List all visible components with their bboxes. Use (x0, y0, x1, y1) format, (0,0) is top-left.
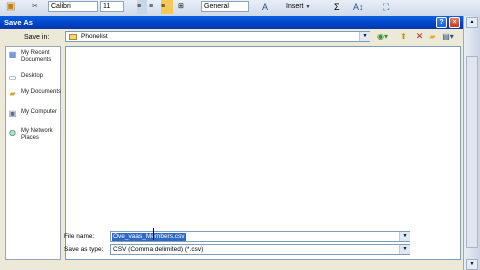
dialog-titlebar[interactable]: Save As (0, 16, 463, 29)
align-center-icon[interactable]: ≡ (149, 0, 159, 14)
dialog-title: Save As (4, 18, 33, 27)
place-label: Desktop (21, 73, 44, 79)
font-name-value: Calibri (51, 3, 71, 10)
merge-icon[interactable]: ⊞ (178, 0, 188, 14)
font-size-box[interactable]: 11 (100, 1, 124, 12)
insert-button[interactable]: Insert ▼ (286, 0, 310, 14)
places-bar: ▦ My Recent Documents ▭ Desktop ▰ My Doc… (5, 46, 61, 260)
save-in-dropdown[interactable]: Phonelist ▼ (65, 31, 370, 42)
recent-documents-icon: ▦ (8, 50, 17, 59)
network-places-icon: ◍ (9, 128, 16, 137)
sort-filter-icon[interactable]: A↕ (353, 0, 364, 14)
close-button[interactable]: × (449, 17, 460, 28)
back-icon[interactable]: ◉▾ (377, 31, 388, 42)
text-cursor (153, 228, 154, 240)
align-left-icon[interactable]: ≡ (137, 0, 147, 14)
scroll-thumb[interactable] (466, 56, 478, 248)
save-as-type-dropdown[interactable]: CSV (Comma delimited) (*.csv) ▼ (110, 244, 410, 255)
sum-label: Σ (334, 2, 340, 12)
chevron-down-icon: ▼ (305, 4, 311, 10)
number-format-value: General (204, 3, 229, 10)
file-name-value: Ove_vaas_Members.csv (112, 233, 186, 241)
place-label: My Recent Documents (21, 50, 52, 63)
number-format-box[interactable]: General (201, 1, 249, 12)
place-label: My Documents (21, 89, 62, 95)
chevron-down-icon[interactable]: ▼ (399, 245, 410, 254)
place-label: My Computer (21, 109, 58, 115)
save-in-label: Save in: (24, 34, 50, 41)
font-name-box[interactable]: Calibri (48, 1, 98, 12)
place-label: My Network Places (21, 128, 53, 141)
my-computer-icon: ▣ (8, 109, 17, 118)
vertical-scrollbar[interactable]: ▲ ▼ (463, 16, 480, 270)
font-size-value: 11 (103, 3, 111, 10)
new-folder-icon[interactable]: ▰ (428, 31, 437, 42)
delete-icon[interactable]: ✕ (415, 31, 424, 42)
save-as-type-label: Save as type: (64, 246, 104, 253)
help-button[interactable]: ? (436, 17, 447, 28)
find-select-icon[interactable]: ⛶ (383, 0, 389, 14)
views-icon[interactable]: ▤▾ (442, 31, 454, 42)
up-folder-icon[interactable]: ⬆ (399, 31, 408, 42)
align-right-icon[interactable]: ≡ (161, 0, 173, 14)
cut-icon[interactable]: ✂ (32, 0, 38, 14)
ribbon-toolbar: ▣ ✂ Calibri 11 ≡ ≡ ≡ ⊞ General A Insert … (0, 0, 480, 17)
save-in-value: Phonelist (81, 33, 108, 40)
save-as-type-value: CSV (Comma delimited) (*.csv) (113, 246, 204, 253)
styles-icon[interactable]: A (262, 0, 268, 14)
file-name-label: File name: (64, 233, 95, 240)
paste-icon[interactable]: ▣ (6, 0, 20, 14)
chevron-down-icon[interactable]: ▼ (399, 232, 410, 241)
autosum-button[interactable]: Σ (334, 0, 340, 14)
chevron-down-icon[interactable]: ▼ (359, 32, 370, 41)
insert-label: Insert (286, 3, 304, 10)
desktop-icon: ▭ (8, 73, 17, 82)
scroll-up-icon[interactable]: ▲ (466, 17, 478, 28)
my-documents-icon: ▰ (9, 89, 16, 98)
folder-icon (69, 34, 77, 40)
file-name-input[interactable]: Ove_vaas_Members.csv ▼ (110, 231, 410, 242)
file-list[interactable] (65, 46, 461, 260)
scroll-down-icon[interactable]: ▼ (466, 259, 478, 270)
